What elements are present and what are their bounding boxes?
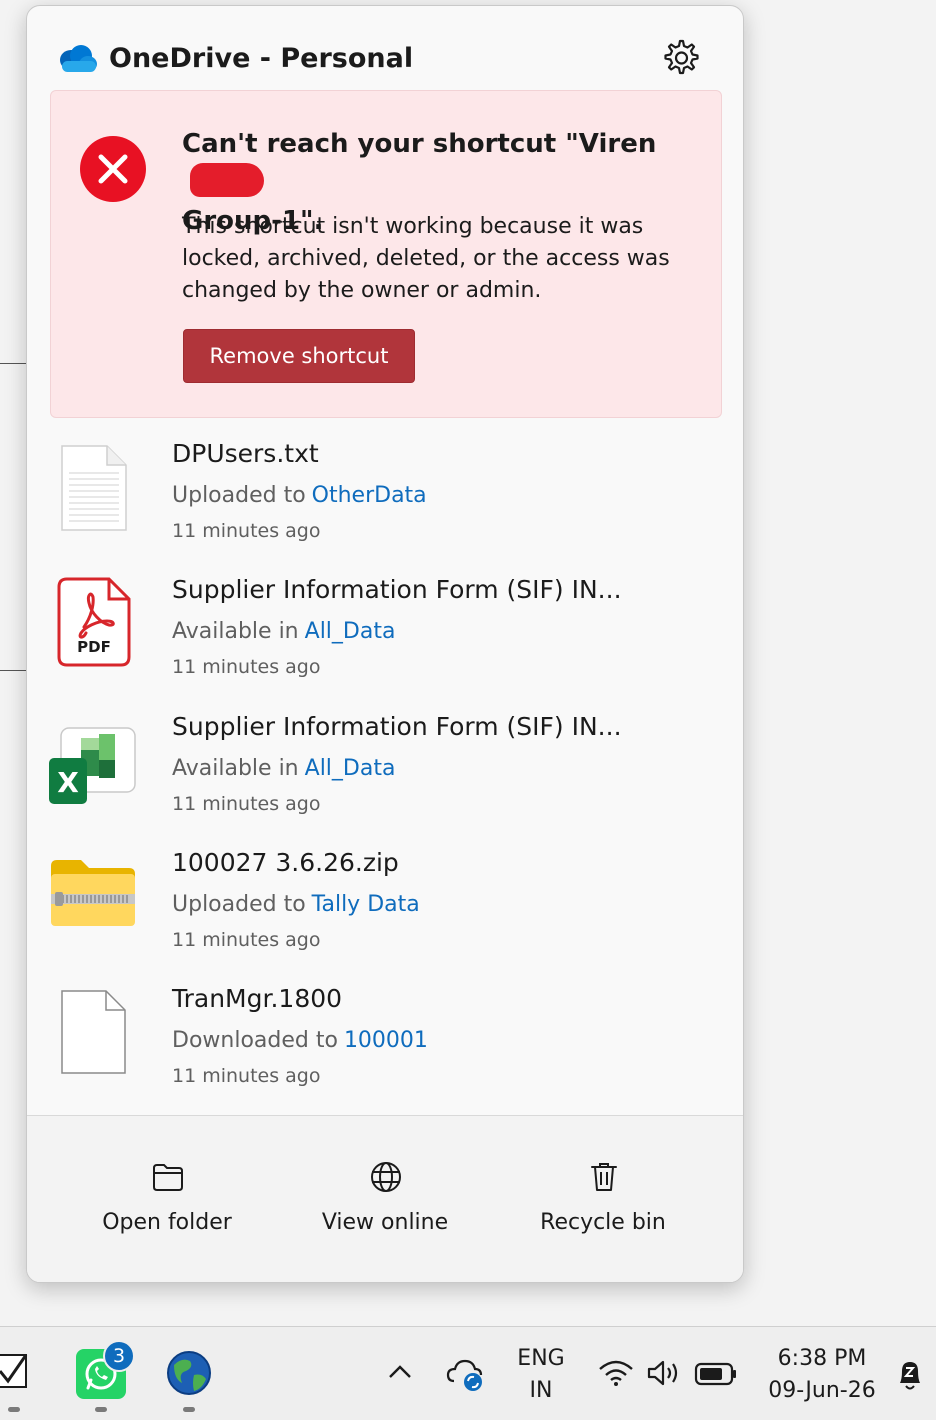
app-running-indicator [95,1407,107,1412]
globe-icon [371,1162,401,1192]
file-action: Downloaded to [172,1028,338,1053]
whatsapp-badge-count: 3 [112,1345,126,1367]
blank-file-icon [61,990,126,1074]
file-action: Uploaded to [172,483,306,508]
onedrive-title: OneDrive - Personal [109,43,414,74]
file-item[interactable]: 100027 3.6.26.zip Uploaded to Tally Data … [27,848,743,976]
onedrive-cloud-icon [60,45,97,72]
app-running-indicator [8,1407,20,1412]
file-time: 11 minutes ago [172,656,321,678]
redaction-mark [190,163,264,197]
error-message: This shortcut isn't working because it w… [182,214,670,303]
language-code: ENG [517,1346,565,1371]
file-item[interactable]: TranMgr.1800 Downloaded to 100001 11 minu… [27,984,743,1112]
excel-file-icon: X [49,727,136,804]
app-running-indicator [183,1407,195,1412]
clock-date: 09-Jun-26 [768,1378,876,1403]
recycle-bin-label: Recycle bin [540,1210,666,1235]
folder-icon [153,1164,183,1191]
remove-shortcut-button[interactable]: Remove shortcut [183,329,415,383]
view-online-button[interactable]: View online [285,1116,485,1282]
file-action: Available in [172,756,299,781]
error-title-line1: Can't reach your shortcut "Viren [182,129,657,159]
file-name: DPUsers.txt [172,439,319,468]
background-line [0,670,26,671]
notification-badge: 3 [103,1340,135,1372]
taskbar: 3 ENG IN 6:38 PM 09-Jun-26 [0,1326,936,1420]
file-location-link[interactable]: Tally Data [312,892,420,917]
file-name: Supplier Information Form (SIF) IN... [172,575,622,604]
file-location-link[interactable]: All_Data [305,619,396,644]
file-status: Uploaded to OtherData [172,483,427,508]
view-online-label: View online [321,1210,449,1235]
file-status: Available in All_Data [172,756,395,781]
pdf-file-icon: PDF [57,577,131,667]
file-time: 11 minutes ago [172,793,321,815]
file-action: Available in [172,619,299,644]
file-item[interactable]: PDF Supplier Information Form (SIF) IN..… [27,575,743,703]
file-action: Uploaded to [172,892,306,917]
file-time: 11 minutes ago [172,520,321,542]
region-code: IN [529,1378,553,1403]
clock-time: 6:38 PM [777,1346,867,1371]
file-name: TranMgr.1800 [172,984,343,1013]
error-banner: Can't reach your shortcut "Viren Group-1… [50,90,722,418]
gear-icon[interactable] [659,37,701,79]
file-name: 100027 3.6.26.zip [172,848,399,877]
todo-checkbox-icon[interactable] [0,1349,30,1393]
error-x-icon [80,136,146,202]
file-item[interactable]: DPUsers.txt Uploaded to OtherData 11 minu… [27,439,743,567]
file-status: Downloaded to 100001 [172,1028,428,1053]
wifi-icon[interactable] [598,1359,634,1387]
open-folder-button[interactable]: Open folder [67,1116,267,1282]
notification-bell-snooze-icon[interactable] [894,1357,926,1393]
file-location-link[interactable]: 100001 [344,1028,428,1053]
chevron-up-icon[interactable] [386,1361,414,1381]
flyout-header: OneDrive - Personal [27,6,743,90]
trash-icon [591,1163,617,1191]
background-line [0,363,26,364]
file-status: Uploaded to Tally Data [172,892,420,917]
text-file-icon [61,445,127,531]
language-indicator[interactable]: ENG IN [506,1343,576,1407]
battery-icon[interactable] [694,1361,738,1387]
globe-app-icon[interactable] [164,1347,214,1399]
file-time: 11 minutes ago [172,929,321,951]
onedrive-flyout: OneDrive - Personal Can't reach your sho… [26,5,744,1283]
file-location-link[interactable]: OtherData [312,483,427,508]
flyout-footer: Open folder View online Recycle bin [27,1115,743,1282]
file-name: Supplier Information Form (SIF) IN... [172,712,622,741]
file-location-link[interactable]: All_Data [305,756,396,781]
file-time: 11 minutes ago [172,1065,321,1087]
onedrive-sync-icon[interactable] [446,1357,486,1391]
file-item[interactable]: X Supplier Information Form (SIF) IN... … [27,712,743,840]
open-folder-label: Open folder [102,1210,232,1235]
recycle-bin-button[interactable]: Recycle bin [503,1116,703,1282]
clock[interactable]: 6:38 PM 09-Jun-26 [760,1343,884,1407]
pdf-icon-label: PDF [77,638,111,656]
speaker-icon[interactable] [646,1359,682,1387]
excel-icon-label: X [57,766,79,799]
file-status: Available in All_Data [172,619,395,644]
zip-folder-icon [51,860,135,926]
